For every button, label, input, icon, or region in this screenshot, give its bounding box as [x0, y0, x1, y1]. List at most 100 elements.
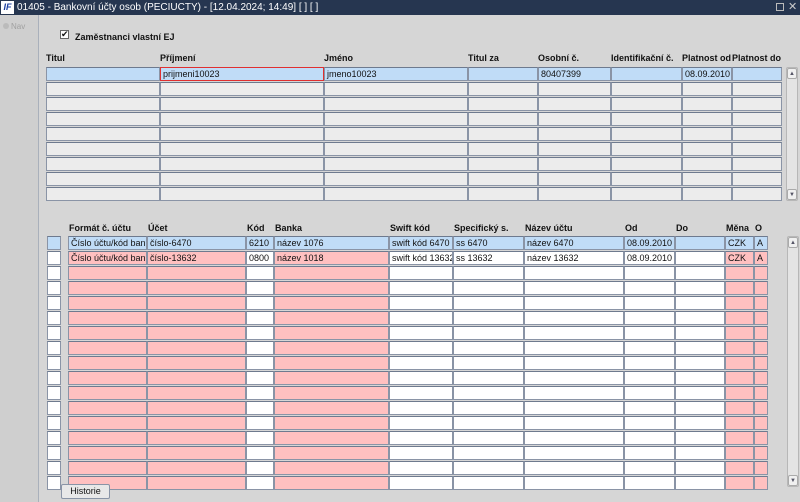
- persons-cell[interactable]: [468, 187, 538, 201]
- accounts-cell[interactable]: [524, 416, 624, 430]
- persons-cell[interactable]: [732, 187, 782, 201]
- close-icon[interactable]: ✕: [788, 0, 797, 15]
- accounts-cell[interactable]: [624, 311, 675, 325]
- scroll-up-icon[interactable]: ▲: [787, 68, 797, 79]
- persons-cell[interactable]: [538, 157, 611, 171]
- persons-cell[interactable]: [324, 172, 468, 186]
- persons-cell[interactable]: [611, 97, 682, 111]
- accounts-cell[interactable]: [389, 356, 453, 370]
- persons-cell[interactable]: [468, 127, 538, 141]
- persons-cell[interactable]: [46, 187, 160, 201]
- accounts-cell[interactable]: [754, 326, 768, 340]
- persons-cell[interactable]: [682, 172, 732, 186]
- accounts-cell[interactable]: [675, 236, 725, 250]
- accounts-cell[interactable]: [725, 281, 754, 295]
- persons-cell[interactable]: [160, 172, 324, 186]
- accounts-cell[interactable]: [725, 296, 754, 310]
- persons-cell[interactable]: [611, 67, 682, 81]
- accounts-cell[interactable]: [524, 281, 624, 295]
- scroll-down-icon[interactable]: ▼: [787, 189, 797, 200]
- persons-cell[interactable]: [46, 157, 160, 171]
- row-selector[interactable]: [47, 386, 61, 400]
- accounts-cell[interactable]: [675, 356, 725, 370]
- accounts-cell[interactable]: [246, 296, 274, 310]
- persons-cell[interactable]: [468, 67, 538, 81]
- accounts-cell[interactable]: [624, 281, 675, 295]
- accounts-cell[interactable]: [246, 401, 274, 415]
- accounts-cell[interactable]: [68, 356, 147, 370]
- persons-cell[interactable]: [324, 187, 468, 201]
- accounts-cell[interactable]: [754, 356, 768, 370]
- accounts-cell[interactable]: [389, 461, 453, 475]
- persons-cell[interactable]: [46, 67, 160, 81]
- accounts-cell[interactable]: [274, 281, 389, 295]
- accounts-cell[interactable]: [453, 431, 524, 445]
- persons-cell[interactable]: [682, 127, 732, 141]
- accounts-cell[interactable]: [68, 371, 147, 385]
- persons-cell[interactable]: [538, 142, 611, 156]
- persons-cell[interactable]: [324, 157, 468, 171]
- accounts-cell[interactable]: název 13632: [524, 251, 624, 265]
- persons-cell[interactable]: [160, 82, 324, 96]
- persons-cell[interactable]: [468, 112, 538, 126]
- persons-cell[interactable]: [611, 187, 682, 201]
- persons-cell[interactable]: [682, 187, 732, 201]
- persons-cell[interactable]: [46, 97, 160, 111]
- accounts-cell[interactable]: [147, 341, 246, 355]
- persons-cell[interactable]: [468, 172, 538, 186]
- persons-cell[interactable]: [538, 187, 611, 201]
- accounts-cell[interactable]: [147, 476, 246, 490]
- accounts-cell[interactable]: [274, 386, 389, 400]
- accounts-cell[interactable]: [453, 401, 524, 415]
- persons-scrollbar[interactable]: ▲ ▼: [786, 67, 798, 201]
- accounts-cell[interactable]: Číslo účtu/kód bank: [68, 251, 147, 265]
- persons-cell[interactable]: [468, 97, 538, 111]
- accounts-cell[interactable]: [274, 326, 389, 340]
- accounts-cell[interactable]: [624, 431, 675, 445]
- accounts-cell[interactable]: [453, 326, 524, 340]
- accounts-cell[interactable]: [754, 401, 768, 415]
- accounts-cell[interactable]: [453, 386, 524, 400]
- nav-button[interactable]: Nav: [3, 22, 25, 31]
- persons-cell[interactable]: [611, 82, 682, 96]
- persons-cell[interactable]: jmeno10023: [324, 67, 468, 81]
- accounts-cell[interactable]: ss 6470: [453, 236, 524, 250]
- accounts-cell[interactable]: [147, 266, 246, 280]
- accounts-cell[interactable]: 0800: [246, 251, 274, 265]
- accounts-cell[interactable]: [147, 446, 246, 460]
- persons-cell[interactable]: [46, 127, 160, 141]
- accounts-cell[interactable]: [725, 416, 754, 430]
- row-selector[interactable]: [47, 266, 61, 280]
- accounts-cell[interactable]: [725, 386, 754, 400]
- accounts-cell[interactable]: [524, 341, 624, 355]
- persons-cell[interactable]: prijmeni10023: [160, 67, 324, 81]
- accounts-cell[interactable]: [246, 461, 274, 475]
- persons-cell[interactable]: [732, 157, 782, 171]
- accounts-cell[interactable]: [246, 266, 274, 280]
- accounts-cell[interactable]: [147, 431, 246, 445]
- accounts-cell[interactable]: [274, 476, 389, 490]
- accounts-cell[interactable]: [675, 311, 725, 325]
- accounts-cell[interactable]: [725, 341, 754, 355]
- accounts-cell[interactable]: [147, 416, 246, 430]
- persons-cell[interactable]: [160, 142, 324, 156]
- accounts-cell[interactable]: [754, 446, 768, 460]
- accounts-cell[interactable]: swift kód 6470: [389, 236, 453, 250]
- persons-cell[interactable]: [732, 97, 782, 111]
- accounts-cell[interactable]: [147, 296, 246, 310]
- accounts-cell[interactable]: [389, 446, 453, 460]
- row-selector[interactable]: [47, 311, 61, 325]
- accounts-cell[interactable]: [246, 446, 274, 460]
- accounts-cell[interactable]: [246, 431, 274, 445]
- accounts-cell[interactable]: [675, 251, 725, 265]
- row-selector[interactable]: [47, 236, 61, 250]
- accounts-cell[interactable]: [524, 461, 624, 475]
- accounts-cell[interactable]: [389, 296, 453, 310]
- persons-cell[interactable]: [324, 142, 468, 156]
- accounts-cell[interactable]: [274, 446, 389, 460]
- persons-cell[interactable]: [611, 157, 682, 171]
- accounts-cell[interactable]: [624, 326, 675, 340]
- accounts-cell[interactable]: [754, 371, 768, 385]
- accounts-cell[interactable]: [624, 476, 675, 490]
- accounts-cell[interactable]: [725, 266, 754, 280]
